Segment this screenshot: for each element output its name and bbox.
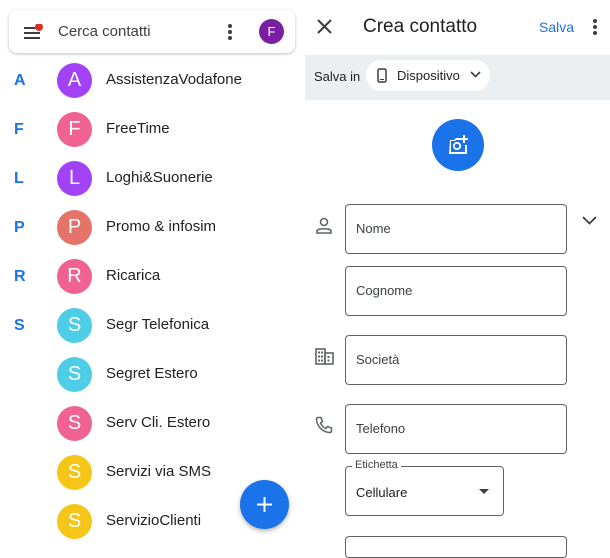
- business-icon: [315, 348, 334, 365]
- contact-name: Ricarica: [106, 267, 161, 284]
- contact-list-item[interactable]: S Serv Cli. Estero: [57, 406, 297, 442]
- contact-avatar: R: [57, 259, 92, 294]
- chevron-down-icon: [470, 71, 481, 78]
- company-placeholder: Società: [356, 352, 400, 367]
- contact-list-item[interactable]: S Segret Estero: [57, 357, 297, 393]
- phone-placeholder: Telefono: [356, 421, 406, 436]
- contact-list-item[interactable]: F FreeTime: [57, 112, 297, 148]
- contact-list-item[interactable]: R Ricarica: [57, 259, 297, 295]
- search-bar[interactable]: Cerca contatti F: [9, 10, 295, 53]
- contact-name: Promo & infosim: [106, 218, 217, 235]
- index-letter: P: [14, 219, 25, 236]
- contact-name: AssistenzaVodafone: [106, 71, 242, 88]
- index-letter: F: [14, 121, 24, 138]
- contact-name: Segret Estero: [106, 365, 198, 382]
- add-contact-fab[interactable]: [240, 480, 289, 529]
- contact-avatar: P: [57, 210, 92, 245]
- contact-avatar: L: [57, 161, 92, 196]
- search-input[interactable]: Cerca contatti: [58, 23, 151, 40]
- close-icon[interactable]: [317, 19, 332, 34]
- last-name-field[interactable]: Cognome: [345, 266, 567, 316]
- more-vert-icon[interactable]: [227, 22, 233, 42]
- contact-avatar: A: [57, 63, 92, 98]
- contact-name: FreeTime: [106, 120, 170, 137]
- next-field[interactable]: [345, 536, 567, 558]
- contact-name: ServizioClienti: [106, 512, 202, 529]
- contact-name: Loghi&Suonerie: [106, 169, 213, 186]
- contact-name: Servizi via SMS: [106, 463, 212, 480]
- chevron-down-icon[interactable]: [582, 216, 597, 225]
- index-letter: A: [14, 72, 26, 89]
- contact-list-item[interactable]: S Segr Telefonica: [57, 308, 297, 344]
- add-photo-icon: [449, 135, 468, 154]
- save-button[interactable]: Salva: [539, 19, 574, 35]
- create-contact-pane: Crea contatto Salva Salva in Dispositivo: [305, 0, 610, 558]
- contact-avatar: F: [57, 112, 92, 147]
- save-location-value: Dispositivo: [397, 68, 460, 83]
- contact-name: Serv Cli. Estero: [106, 414, 211, 431]
- dropdown-arrow-icon: [479, 489, 489, 494]
- page-title: Crea contatto: [363, 16, 478, 37]
- contact-avatar: S: [57, 406, 92, 441]
- save-in-label: Salva in: [314, 69, 361, 84]
- contact-avatar: S: [57, 455, 92, 490]
- last-name-placeholder: Cognome: [356, 283, 413, 298]
- phone-field[interactable]: Telefono: [345, 404, 567, 454]
- phone-label-legend: Etichetta: [352, 459, 401, 471]
- save-in-bar: Salva in Dispositivo: [305, 55, 610, 100]
- person-icon: [316, 217, 332, 234]
- plus-icon: [257, 497, 272, 512]
- account-avatar[interactable]: F: [259, 19, 284, 44]
- contacts-list-pane: Cerca contatti F A F L P R S A Assistenz…: [0, 0, 305, 542]
- add-photo-button[interactable]: [432, 119, 484, 171]
- menu-icon[interactable]: [24, 24, 44, 40]
- first-name-field[interactable]: Nome: [345, 204, 567, 254]
- index-letter: R: [14, 268, 26, 285]
- phone-label-select[interactable]: Etichetta Cellulare: [345, 459, 504, 516]
- contact-avatar: S: [57, 357, 92, 392]
- contact-list-item[interactable]: L Loghi&Suonerie: [57, 161, 297, 197]
- phone-label-value: Cellulare: [356, 485, 408, 500]
- contact-list-item[interactable]: P Promo & infosim: [57, 210, 297, 246]
- index-letter: S: [14, 317, 25, 334]
- first-name-placeholder: Nome: [356, 221, 391, 236]
- contact-avatar: S: [57, 308, 92, 343]
- save-location-dropdown[interactable]: Dispositivo: [366, 60, 490, 91]
- contact-name: Segr Telefonica: [106, 316, 210, 333]
- contact-list-item[interactable]: A AssistenzaVodafone: [57, 63, 297, 99]
- contact-avatar: S: [57, 504, 92, 539]
- phone-icon: [315, 416, 333, 434]
- phone-device-icon: [377, 68, 387, 83]
- company-field[interactable]: Società: [345, 335, 567, 385]
- more-vert-icon[interactable]: [592, 18, 598, 38]
- index-letter: L: [14, 170, 24, 187]
